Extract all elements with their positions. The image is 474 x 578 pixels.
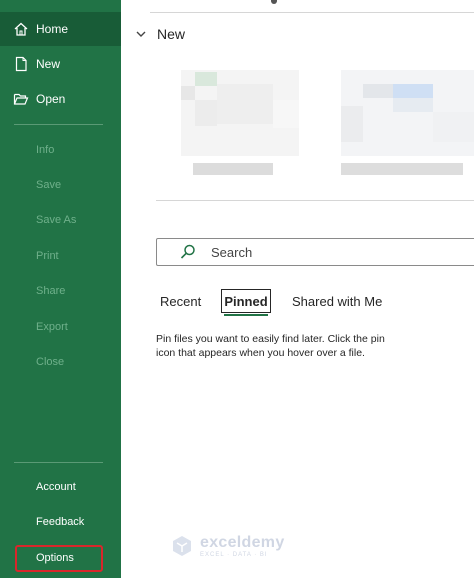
open-folder-icon xyxy=(12,90,30,108)
nav-account[interactable]: Account xyxy=(36,481,76,493)
watermark-name: exceldemy xyxy=(200,534,285,551)
new-section-header[interactable]: New xyxy=(135,26,185,42)
nav-info: Info xyxy=(36,144,55,156)
nav-close: Close xyxy=(36,356,65,368)
new-section-title: New xyxy=(157,26,186,42)
nav-new[interactable]: New xyxy=(0,47,121,81)
search-box[interactable]: Search xyxy=(156,238,474,266)
nav-home-label: Home xyxy=(36,22,69,36)
tab-shared-with-me[interactable]: Shared with Me xyxy=(292,294,382,309)
tab-pinned-underline xyxy=(224,314,268,316)
nav-share: Share xyxy=(36,285,66,297)
template-thumbnail-blank-workbook[interactable] xyxy=(181,70,299,156)
home-icon xyxy=(12,20,30,38)
search-icon xyxy=(179,243,197,261)
backstage-sidebar: Home New Open Info Save Save As Print Sh… xyxy=(0,0,121,578)
nav-feedback[interactable]: Feedback xyxy=(36,516,84,528)
section-separator xyxy=(156,200,474,201)
options-highlight-box xyxy=(15,545,103,572)
chevron-down-icon xyxy=(135,26,149,42)
watermark-icon xyxy=(173,536,191,556)
nav-save: Save xyxy=(36,179,62,191)
tab-recent[interactable]: Recent xyxy=(160,294,201,309)
nav-save-as: Save As xyxy=(36,214,77,226)
search-input[interactable]: Search xyxy=(211,245,252,260)
sidebar-divider-top xyxy=(14,124,103,125)
nav-open-label: Open xyxy=(36,92,66,106)
nav-export: Export xyxy=(36,321,68,333)
nav-print: Print xyxy=(36,250,59,262)
template-thumbnail-2[interactable] xyxy=(341,70,474,156)
watermark-tagline: EXCEL · DATA · BI xyxy=(200,552,268,558)
nav-open[interactable]: Open xyxy=(0,82,121,116)
template-caption-1 xyxy=(193,163,273,175)
sidebar-divider-bottom xyxy=(14,462,103,463)
watermark-logo: exceldemy EXCEL · DATA · BI xyxy=(170,534,285,558)
new-file-icon xyxy=(12,55,30,73)
nav-new-label: New xyxy=(36,57,61,71)
nav-home[interactable]: Home xyxy=(0,12,121,46)
pinned-empty-message: Pin files you want to easily find later.… xyxy=(156,333,385,359)
title-bar-rule xyxy=(150,0,474,13)
tab-pinned[interactable]: Pinned xyxy=(221,289,271,313)
template-caption-2 xyxy=(341,163,463,175)
